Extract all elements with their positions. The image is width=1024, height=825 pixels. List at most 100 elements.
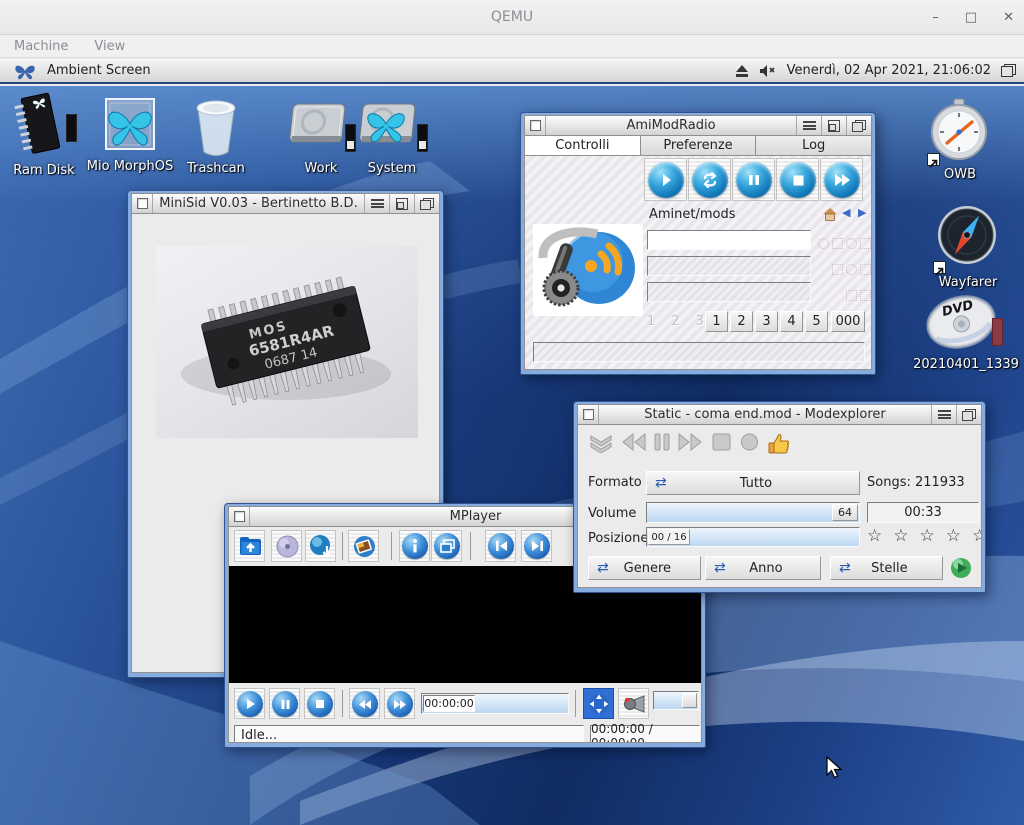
volume-slider[interactable] (653, 691, 699, 710)
info-button[interactable] (399, 530, 430, 562)
stop-icon (780, 162, 816, 198)
minisid-titlebar[interactable]: MiniSid V0.03 - Bertinetto B.D. (131, 193, 440, 214)
rating-button-5[interactable]: 5 (805, 311, 828, 332)
position-knob[interactable]: 00 / 16 (648, 529, 690, 545)
maximize-button[interactable]: □ (965, 10, 977, 25)
stelle-cycle-button[interactable]: ⇄ Stelle (830, 556, 943, 580)
depth-gadget[interactable] (414, 194, 439, 213)
desktop-icon-system[interactable]: System (352, 98, 432, 176)
refresh-play-button[interactable] (950, 557, 972, 579)
depth-gadget[interactable] (846, 116, 871, 135)
desktop[interactable]: Ram Disk Mio MorphOS Trashcan (0, 86, 1024, 825)
play-button[interactable] (644, 158, 687, 201)
star-icon[interactable]: ☆ (946, 526, 961, 546)
skin-browser-button[interactable] (348, 530, 379, 562)
amimodradio-window[interactable]: AmiModRadio Controlli Preferenze Log (520, 112, 876, 375)
fullscreen-button[interactable] (583, 688, 614, 719)
rating-button-4[interactable]: 4 (780, 311, 803, 332)
close-button[interactable]: ✕ (1003, 10, 1014, 25)
pause-icon[interactable] (654, 433, 670, 451)
speaker-muted-icon[interactable] (759, 64, 777, 78)
open-disc-button[interactable] (271, 530, 302, 562)
seek-slider[interactable]: 00:00:00 (421, 693, 569, 714)
desktop-icon-wayfarer[interactable]: Wayfarer (922, 202, 1014, 290)
formato-cycle-button[interactable]: ⇄ Tutto (646, 471, 860, 495)
next-icon[interactable] (678, 433, 702, 451)
stop-button[interactable] (776, 158, 819, 201)
menu-view[interactable]: View (94, 39, 125, 54)
star-icon[interactable]: ☆ (867, 526, 882, 546)
seek-forward-button[interactable] (521, 530, 552, 562)
pause-icon (736, 162, 772, 198)
repeat-button[interactable] (688, 158, 731, 201)
volume-knob[interactable] (682, 693, 697, 708)
mp-pause-button[interactable] (269, 688, 300, 719)
close-gadget[interactable] (132, 194, 153, 213)
tab-preferenze[interactable]: Preferenze (641, 136, 757, 155)
zoom-gadget[interactable] (821, 116, 846, 135)
ram-chip-icon (11, 92, 63, 160)
position-slider[interactable]: 00 / 16 (646, 527, 860, 547)
desktop-icon-trashcan[interactable]: Trashcan (180, 96, 252, 176)
desktop-icon-dvd[interactable]: DVD 20210401_1339 (916, 292, 1016, 372)
anno-cycle-button[interactable]: ⇄ Anno (705, 556, 821, 580)
close-gadget[interactable] (578, 405, 599, 424)
playlist-button[interactable] (431, 530, 462, 562)
desktop-icon-owb[interactable]: OWB (918, 98, 1002, 182)
record-icon[interactable] (740, 433, 759, 451)
module-search-input[interactable] (647, 230, 811, 250)
seek-forward-icon (524, 533, 550, 559)
minimize-button[interactable]: – (932, 10, 939, 25)
drive-indicator (66, 114, 77, 142)
mute-button[interactable] (618, 688, 649, 719)
window-menu-gadget[interactable] (796, 116, 821, 135)
window-menu-gadget[interactable] (931, 405, 956, 424)
star-icon[interactable]: ☆ (972, 526, 982, 546)
mp-rewind-button[interactable] (349, 688, 380, 719)
prev-icon[interactable] (622, 433, 646, 451)
next-button[interactable] (820, 158, 863, 201)
modexplorer-titlebar[interactable]: Static - coma end.mod - Modexplorer (577, 404, 982, 425)
genere-cycle-button[interactable]: ⇄ Genere (588, 556, 701, 580)
tab-log[interactable]: Log (756, 136, 871, 155)
stop-icon (307, 691, 333, 717)
desktop-icon-work[interactable]: Work (282, 98, 360, 176)
stop-icon[interactable] (712, 433, 731, 451)
trashcan-icon (190, 96, 242, 158)
volume-knob[interactable]: 64 (832, 504, 858, 521)
rating-button-3[interactable]: 3 (755, 311, 778, 332)
rating-button-1[interactable]: 1 (705, 311, 728, 332)
eject-icon[interactable] (588, 433, 614, 453)
tab-controlli[interactable]: Controlli (525, 136, 641, 155)
desktop-icon-miomorphos[interactable]: Mio MorphOS (88, 94, 172, 174)
star-rating[interactable]: ☆ ☆ ☆ ☆ ☆ (867, 526, 982, 546)
nav-prev-icon[interactable]: ◀ (842, 206, 850, 219)
close-gadget[interactable] (525, 116, 546, 135)
open-file-button[interactable] (234, 530, 265, 562)
zoom-gadget[interactable] (389, 194, 414, 213)
seek-back-button[interactable] (485, 530, 516, 562)
star-icon[interactable]: ☆ (920, 526, 935, 546)
modexplorer-window[interactable]: Static - coma end.mod - Modexplorer (573, 401, 986, 593)
open-url-button[interactable] (305, 530, 336, 562)
depth-gadget[interactable] (956, 405, 981, 424)
qemu-window: QEMU – □ ✕ Machine View Ambient Screen V… (0, 0, 1024, 825)
close-gadget[interactable] (229, 507, 250, 526)
menu-machine[interactable]: Machine (14, 39, 68, 54)
mp-play-button[interactable] (234, 688, 265, 719)
window-menu-gadget[interactable] (364, 194, 389, 213)
desktop-icon-ramdisk[interactable]: Ram Disk (6, 92, 82, 178)
screen-depth-icon[interactable] (1001, 64, 1016, 77)
mp-ffwd-button[interactable] (384, 688, 415, 719)
home-icon[interactable] (823, 208, 837, 221)
thumbs-up-icon[interactable] (768, 433, 790, 454)
pause-button[interactable] (732, 158, 775, 201)
nav-next-icon[interactable]: ▶ (858, 206, 866, 219)
rating-button-2[interactable]: 2 (730, 311, 753, 332)
ambient-screen-bar[interactable]: Ambient Screen Venerdì, 02 Apr 2021, 21:… (0, 59, 1024, 84)
star-icon[interactable]: ☆ (893, 526, 908, 546)
eject-icon[interactable] (735, 65, 749, 77)
amimodradio-titlebar[interactable]: AmiModRadio (524, 115, 872, 136)
volume-slider[interactable]: 64 (646, 502, 860, 523)
mp-stop-button[interactable] (304, 688, 335, 719)
